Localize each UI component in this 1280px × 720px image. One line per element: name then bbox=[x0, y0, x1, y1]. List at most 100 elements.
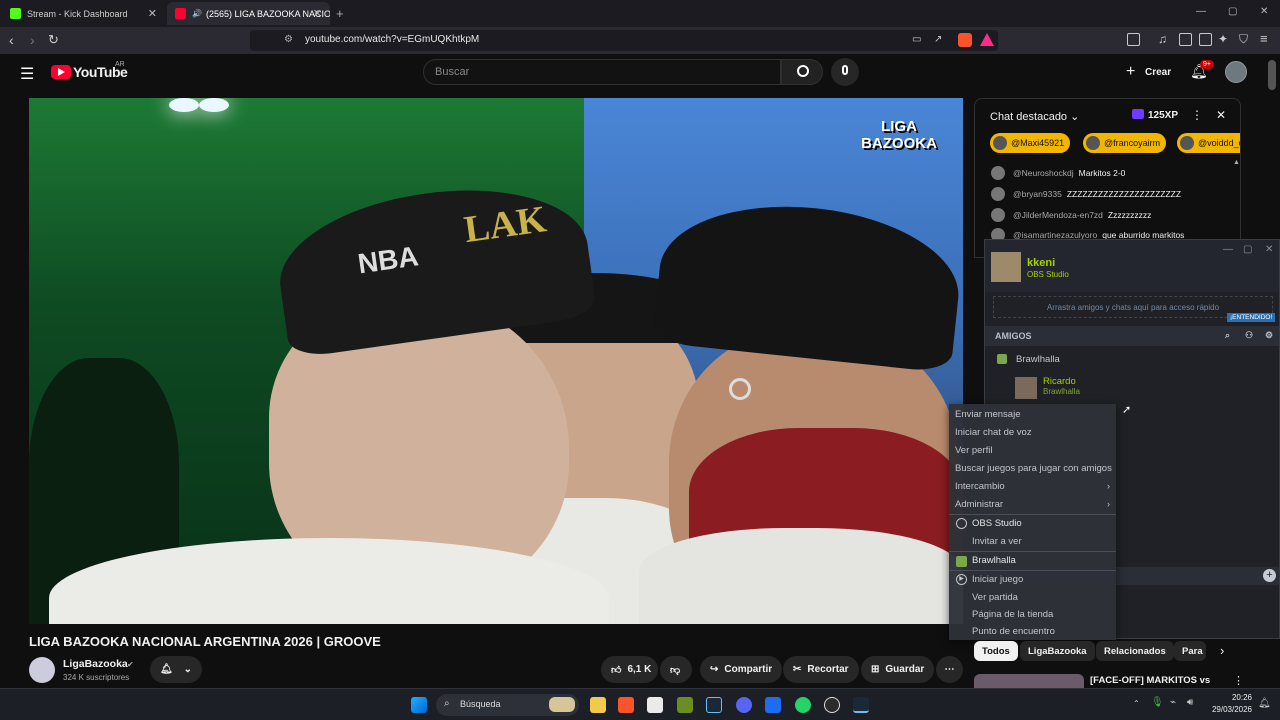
create-plus-icon[interactable]: + bbox=[1126, 63, 1135, 81]
address-bar[interactable]: ⚙ youtube.com/watch?v=EGmUQKhtkpM ▭ ↗ bbox=[250, 30, 998, 51]
music-icon[interactable]: ♫ bbox=[1158, 32, 1167, 46]
pinned-chip[interactable]: @francoyairm bbox=[1083, 133, 1167, 153]
dislike-button[interactable]: 👎︎ bbox=[660, 656, 692, 683]
chat-options-icon[interactable]: ⋮ bbox=[1191, 108, 1203, 122]
site-info-icon[interactable]: ⚙ bbox=[284, 34, 293, 45]
close-window-button[interactable]: ✕ bbox=[1265, 244, 1273, 255]
launch-game-item[interactable]: Iniciar juego bbox=[972, 574, 1023, 585]
steam-icon[interactable] bbox=[706, 697, 722, 713]
vpn-icon[interactable]: ⛉ bbox=[1239, 32, 1248, 47]
search-icon[interactable]: ⌕ bbox=[1225, 330, 1230, 341]
view-profile-item[interactable]: Ver perfil bbox=[955, 445, 993, 456]
back-icon[interactable]: ‹ bbox=[9, 32, 14, 48]
send-message-item[interactable]: Enviar mensaje bbox=[955, 409, 1020, 420]
find-games-item[interactable]: Buscar juegos para jugar con amigos bbox=[955, 463, 1112, 474]
filter-tab-related[interactable]: Relacionados bbox=[1096, 641, 1174, 661]
voice-search-button[interactable] bbox=[831, 58, 859, 86]
brave-shield-icon[interactable] bbox=[958, 33, 972, 47]
search-button[interactable] bbox=[781, 59, 823, 85]
understood-button[interactable]: ¡ENTENDIDO! bbox=[1227, 313, 1276, 322]
page-scrollbar[interactable] bbox=[1268, 60, 1276, 90]
video-player[interactable]: NBA LAK LIGA BAZOOKA bbox=[29, 98, 963, 624]
filter-tab-for-you[interactable]: Para bbox=[1174, 641, 1206, 661]
volume-icon[interactable]: 🔊︎ bbox=[1187, 697, 1193, 708]
pinned-chip[interactable]: @Maxi45921 bbox=[990, 133, 1071, 153]
close-tab-icon[interactable]: ✕ bbox=[313, 7, 322, 20]
notification-bell-icon[interactable]: 🔔︎ bbox=[1258, 698, 1271, 709]
account-avatar[interactable] bbox=[1225, 61, 1247, 83]
menu-icon[interactable]: ≡ bbox=[1260, 31, 1268, 46]
settings-icon[interactable]: ⚙ bbox=[1265, 330, 1273, 341]
save-button[interactable]: ⊞ Guardar bbox=[861, 656, 935, 683]
invite-to-watch-item[interactable]: Invitar a ver bbox=[972, 536, 1022, 547]
steam-username[interactable]: kkeni bbox=[1027, 257, 1055, 269]
cast-icon[interactable]: ▭ bbox=[912, 34, 921, 45]
recommended-title[interactable]: [FACE-OFF] MARKITOS vs bbox=[1090, 675, 1210, 686]
close-tab-icon[interactable]: ✕ bbox=[148, 7, 157, 20]
add-friend-icon[interactable]: ⚇ bbox=[1245, 330, 1253, 341]
taskbar-search-box[interactable]: ⌕ Búsqueda bbox=[436, 694, 579, 716]
meeting-point-item[interactable]: Punto de encuentro bbox=[972, 626, 1055, 637]
discord-icon[interactable] bbox=[736, 697, 752, 713]
reload-icon[interactable]: ↻ bbox=[48, 32, 59, 48]
more-options-icon[interactable]: ⋮ bbox=[1233, 674, 1244, 687]
microsoft-store-icon[interactable] bbox=[647, 697, 663, 713]
whatsapp-icon[interactable] bbox=[795, 697, 811, 713]
steam-active-icon[interactable] bbox=[853, 697, 869, 713]
friend-avatar[interactable] bbox=[1015, 377, 1037, 399]
app-icon[interactable] bbox=[677, 697, 693, 713]
forward-icon[interactable]: › bbox=[30, 32, 35, 48]
speaker-icon[interactable]: 🔊 bbox=[192, 9, 202, 18]
close-window-button[interactable]: ✕ bbox=[1260, 6, 1268, 17]
minimize-button[interactable]: — bbox=[1223, 244, 1233, 255]
clock-date[interactable]: 29/03/2026 bbox=[1208, 705, 1252, 714]
tab-kick-dashboard[interactable]: Stream - Kick Dashboard ✕ bbox=[2, 2, 165, 25]
subscribed-button[interactable]: 🔔︎ ⌄ bbox=[150, 656, 202, 683]
like-button[interactable]: 👍︎ 6,1 K bbox=[601, 656, 658, 683]
maximize-button[interactable]: ▢ bbox=[1243, 244, 1252, 255]
youtube-logo-icon[interactable] bbox=[51, 65, 71, 79]
chevron-right-icon[interactable]: › bbox=[1220, 643, 1224, 658]
filter-tab-all[interactable]: Todos bbox=[974, 641, 1018, 661]
xp-badge[interactable]: 125XP bbox=[1148, 110, 1178, 121]
manage-item[interactable]: Administrar bbox=[955, 499, 1003, 510]
maximize-button[interactable]: ▢ bbox=[1228, 6, 1237, 17]
search-input[interactable]: Buscar bbox=[423, 59, 781, 85]
share-icon[interactable]: ↗ bbox=[934, 34, 942, 45]
create-button[interactable]: Crear bbox=[1145, 67, 1171, 78]
more-actions-button[interactable]: ⋯ bbox=[936, 656, 963, 683]
clip-button[interactable]: ✂ Recortar bbox=[783, 656, 859, 683]
hamburger-menu-icon[interactable]: ☰ bbox=[20, 64, 34, 84]
close-chat-icon[interactable]: ✕ bbox=[1216, 108, 1226, 122]
share-button[interactable]: ↪ Compartir bbox=[700, 656, 783, 683]
trade-item[interactable]: Intercambio bbox=[955, 481, 1005, 492]
wallet-icon[interactable] bbox=[1199, 33, 1212, 46]
clock-time[interactable]: 20:26 bbox=[1226, 693, 1252, 702]
microphone-tray-icon[interactable]: 🎙︎ bbox=[1151, 697, 1164, 708]
friend-name[interactable]: Ricardo bbox=[1043, 376, 1076, 387]
screenshot-icon[interactable] bbox=[1127, 33, 1140, 46]
filter-tab-channel[interactable]: LigaBazooka bbox=[1020, 641, 1095, 661]
recommended-thumbnail[interactable] bbox=[974, 674, 1084, 688]
chat-mode-selector[interactable]: Chat destacado ⌄ bbox=[990, 110, 1079, 123]
watch-game-item[interactable]: Ver partida bbox=[972, 592, 1018, 603]
tray-overflow-icon[interactable]: ⌃ bbox=[1133, 699, 1140, 708]
leo-ai-icon[interactable]: ✦ bbox=[1218, 32, 1228, 46]
voice-chat-item[interactable]: Iniciar chat de voz bbox=[955, 427, 1032, 438]
user-avatar[interactable] bbox=[991, 252, 1021, 282]
tab-youtube-video[interactable]: 🔊 (2565) LIGA BAZOOKA NACIO ✕ bbox=[167, 2, 330, 25]
brave-browser-icon[interactable] bbox=[618, 697, 634, 713]
brave-rewards-icon[interactable] bbox=[980, 33, 994, 46]
file-explorer-icon[interactable] bbox=[590, 697, 606, 713]
windows-start-icon[interactable] bbox=[411, 697, 427, 713]
pinned-chip[interactable]: @voiddd_d bbox=[1177, 133, 1240, 153]
channel-name[interactable]: LigaBazooka bbox=[63, 658, 128, 670]
minimize-button[interactable]: — bbox=[1196, 6, 1206, 17]
new-tab-button[interactable]: + bbox=[336, 6, 344, 21]
zoom-icon[interactable] bbox=[765, 697, 781, 713]
scroll-up-icon[interactable]: ▲ bbox=[1233, 159, 1240, 166]
sidebar-icon[interactable] bbox=[1179, 33, 1192, 46]
game-group-label[interactable]: Brawlhalla bbox=[1016, 354, 1060, 365]
channel-avatar[interactable] bbox=[29, 657, 55, 683]
obs-studio-icon[interactable] bbox=[824, 697, 840, 713]
